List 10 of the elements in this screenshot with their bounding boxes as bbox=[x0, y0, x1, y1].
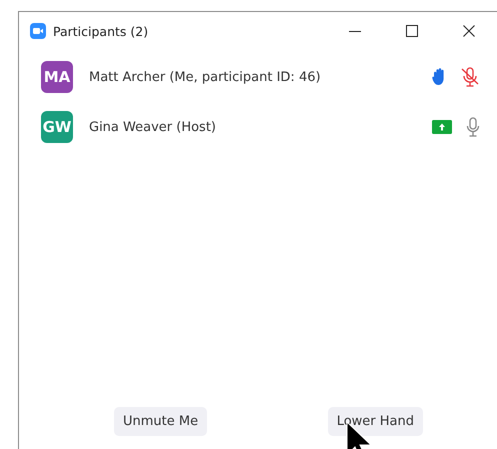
video-camera-icon bbox=[30, 23, 46, 39]
window-title: Participants (2) bbox=[53, 24, 150, 38]
close-icon bbox=[462, 25, 474, 37]
maximize-icon bbox=[406, 25, 418, 37]
unmute-button[interactable]: Unmute Me bbox=[114, 407, 208, 436]
participant-name: Gina Weaver (Host) bbox=[89, 120, 217, 134]
avatar: MA bbox=[41, 61, 73, 93]
avatar: GW bbox=[41, 111, 73, 143]
participant-name: Matt Archer (Me, participant ID: 46) bbox=[89, 70, 322, 84]
lower-hand-button[interactable]: Lower Hand bbox=[328, 407, 423, 436]
